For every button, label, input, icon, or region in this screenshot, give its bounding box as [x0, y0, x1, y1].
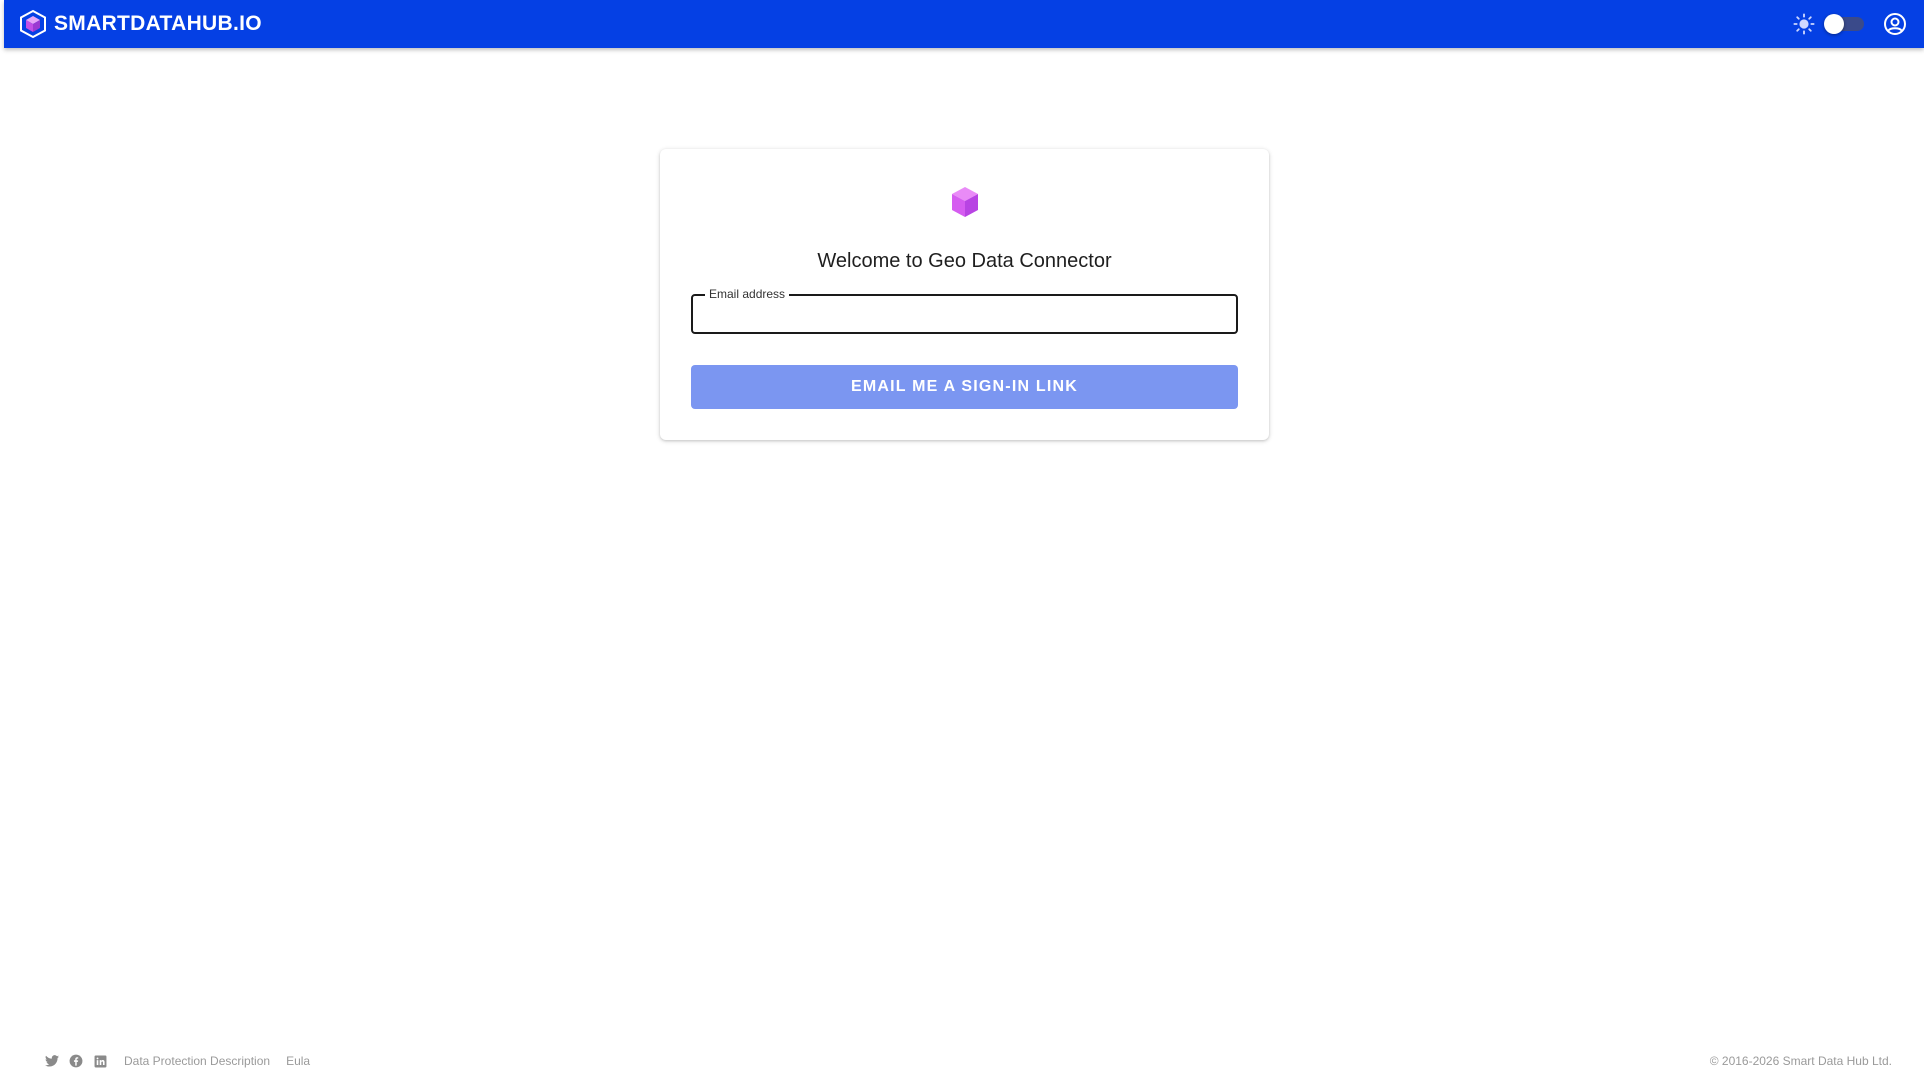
page-title: Welcome to Geo Data Connector [817, 250, 1112, 272]
facebook-icon[interactable] [68, 1053, 84, 1069]
email-field: Email address [691, 287, 1238, 334]
brand-name: SMARTDATAHUB.IO [54, 12, 262, 35]
app-bar: SMARTDATAHUB.IO [4, 0, 1924, 48]
brand[interactable]: SMARTDATAHUB.IO [17, 9, 262, 40]
cube-logo-icon [947, 184, 983, 220]
footer: Data Protection Description Eula © 2016-… [0, 1050, 1924, 1072]
cube-logo-icon [17, 9, 48, 40]
email-sign-in-link-button[interactable]: EMAIL ME A SIGN-IN LINK [691, 365, 1238, 409]
copyright-text: © 2016-2026 Smart Data Hub Ltd. [1709, 1054, 1892, 1068]
twitter-icon[interactable] [44, 1053, 60, 1069]
account-icon[interactable] [1882, 11, 1908, 37]
social-links [44, 1053, 116, 1069]
data-protection-link[interactable]: Data Protection Description [124, 1054, 270, 1068]
toggle-thumb [1824, 14, 1844, 34]
email-input[interactable] [693, 296, 1236, 332]
sun-icon [1792, 12, 1816, 36]
email-field-label: Email address [705, 287, 790, 301]
eula-link[interactable]: Eula [286, 1054, 310, 1068]
login-card: Welcome to Geo Data Connector Email addr… [660, 149, 1269, 440]
linkedin-icon[interactable] [92, 1053, 108, 1069]
dark-mode-toggle[interactable] [1824, 12, 1864, 36]
